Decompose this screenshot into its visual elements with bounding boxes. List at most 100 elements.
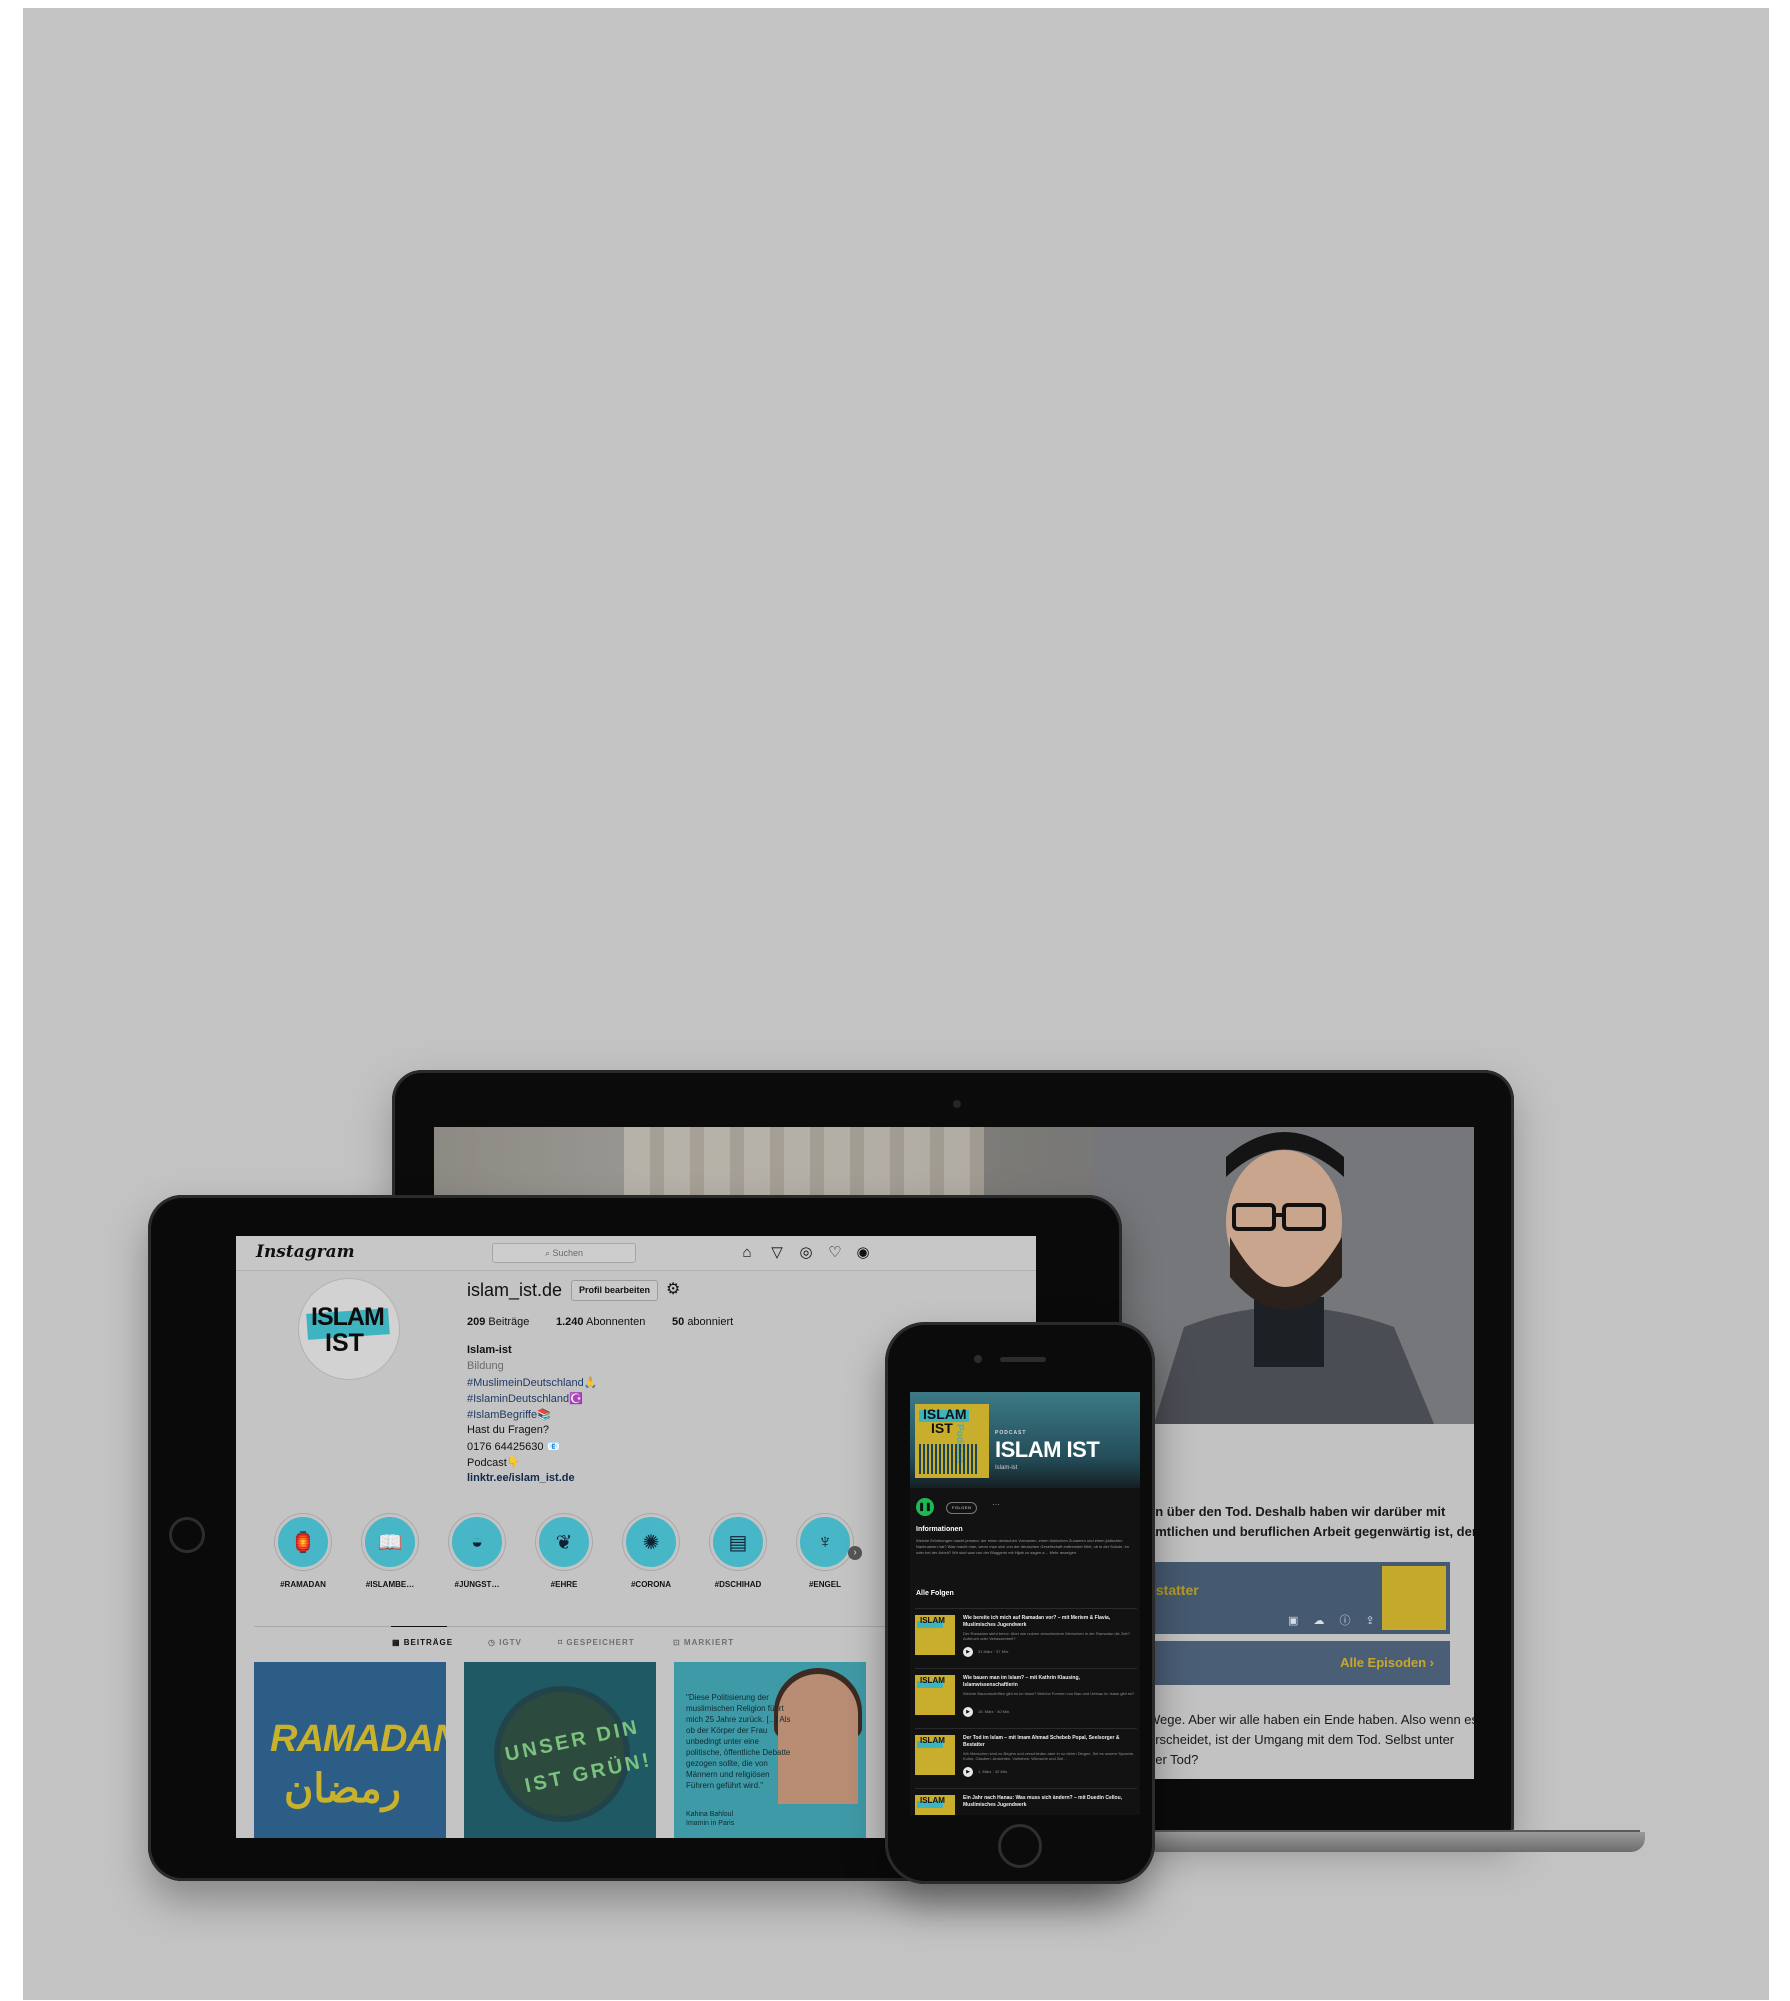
explore-icon[interactable]: ◎	[797, 1244, 815, 1262]
avatar-logo-text: ISLAM	[311, 1303, 385, 1331]
episode-cover-image: ISLAM	[915, 1615, 955, 1655]
episode-title: Wie bereite ich mich auf Ramadan vor? – …	[963, 1615, 1111, 1628]
bio-hashtag[interactable]: #MuslimeinDeutschland🙏	[467, 1376, 597, 1389]
podcast-cover-image: ISLAM IST Podcast	[915, 1404, 989, 1478]
episode-title: Ein Jahr nach Hanau: Was muss sich änder…	[963, 1795, 1123, 1808]
search-input[interactable]: ⌕ Suchen	[492, 1243, 636, 1263]
highlight-juengster-tag[interactable]: ◒ #JÜNGST…	[446, 1514, 508, 1589]
podcast-cover-image	[1382, 1566, 1446, 1630]
article-text: en über den Tod. Deshalb haben wir darüb…	[1148, 1504, 1446, 1519]
post-quote-author: Kahina Bahloul Imamin in Paris	[686, 1811, 735, 1827]
article-text: amtlichen und beruflichen Arbeit gegenwä…	[1148, 1524, 1474, 1539]
chevron-right-icon[interactable]: ›	[848, 1546, 862, 1560]
episode-description: Der Ramadan steht bevor. Aber wie nutzen…	[963, 1631, 1130, 1641]
post-quote-text: "Diese Politisierung der muslimischen Re…	[686, 1693, 791, 1790]
highlight-ehre[interactable]: ❦ #EHRE	[533, 1514, 595, 1589]
podcast-title: ISLAM IST	[995, 1437, 1100, 1462]
tablet-home-button[interactable]	[169, 1517, 205, 1553]
podcast-embed-player[interactable]: Bestatter ▣ ☁ ⓘ ⇪ ≡	[1128, 1562, 1450, 1634]
episode-title: Wie bauen man im Islam? – mit Kathrin Kl…	[963, 1675, 1080, 1688]
info-heading: Informationen	[916, 1526, 963, 1533]
phone-camera	[974, 1355, 982, 1363]
bio-link[interactable]: linktr.ee/islam_ist.de	[467, 1472, 575, 1484]
bio-hashtag[interactable]: #IslaminDeutschland☪️	[467, 1392, 583, 1405]
article-text: erscheidet, ist der Umgang mit dem Tod. …	[1148, 1732, 1455, 1747]
episode-meta: 1. März · 42 Min.	[978, 1769, 1009, 1774]
cover-logo-text: IST	[931, 1420, 953, 1436]
settings-gear-icon[interactable]: ⚙	[666, 1279, 680, 1299]
all-episodes-heading: Alle Folgen	[916, 1590, 954, 1597]
follow-button[interactable]: FOLGEN	[946, 1502, 978, 1514]
episode-meta: 15. März · 40 Min.	[978, 1709, 1011, 1714]
angel-icon: ♆	[797, 1514, 853, 1570]
post-arabic-text: رمضان	[284, 1767, 401, 1811]
play-icon[interactable]: ▶	[963, 1767, 973, 1777]
episodes-bar: Alle Episoden ›	[1128, 1641, 1450, 1685]
active-tab-indicator	[391, 1626, 447, 1627]
episode-description: Welche Bauvorschriften gibt es im Islam?…	[963, 1691, 1135, 1696]
tab-tagged[interactable]: ⊡ MARKIERT	[673, 1638, 734, 1647]
more-options-icon[interactable]: ···	[992, 1500, 1000, 1509]
highlight-label: #DSCHIHAD	[714, 1580, 762, 1589]
podcast-header: ISLAM IST Podcast PODCAST ISLAM IST Isla…	[910, 1392, 1140, 1488]
post-title-text: RAMADAN	[270, 1718, 446, 1760]
bio-text: Hast du Fragen?	[467, 1424, 549, 1436]
post-tile[interactable]: RAMADAN رمضان	[254, 1662, 446, 1838]
bio-category: Bildung	[467, 1360, 504, 1372]
podcast-author[interactable]: Islam-ist	[995, 1465, 1017, 1471]
bio-name: Islam-ist	[467, 1344, 512, 1356]
highlight-label: #CORONA	[630, 1580, 671, 1589]
profile-username: islam_ist.de	[467, 1280, 563, 1300]
post-tile[interactable]: UNSER DIN IST GRÜN!	[464, 1662, 656, 1838]
episode-row[interactable]: ISLAM Ein Jahr nach Hanau: Was muss sich…	[915, 1788, 1137, 1815]
lantern-icon: 🏮	[275, 1514, 331, 1570]
pause-button[interactable]: ❚❚	[916, 1498, 934, 1516]
spotify-podcast-screen: ISLAM IST Podcast PODCAST ISLAM IST Isla…	[910, 1392, 1140, 1815]
highlight-ramadan[interactable]: 🏮 #RAMADAN	[272, 1514, 334, 1589]
play-icon[interactable]: ▶	[963, 1707, 973, 1717]
waveform-graphic	[919, 1444, 979, 1474]
episode-cover-image: ISLAM	[915, 1735, 955, 1775]
edit-profile-button[interactable]: Profil bearbeiten	[571, 1280, 659, 1301]
all-episodes-link[interactable]: Alle Episoden ›	[1340, 1655, 1434, 1670]
info-description: Welche Erfahrungen macht jemand, der ein…	[916, 1538, 1129, 1555]
article-text: der Tod?	[1148, 1752, 1199, 1767]
episode-title: Der Tod im Islam – mit Imam Ahmad Schebe…	[963, 1735, 1120, 1748]
bio-text: Podcast👇	[467, 1457, 521, 1469]
post-tile[interactable]: "Diese Politisierung der muslimischen Re…	[674, 1662, 866, 1838]
tab-posts[interactable]: ▦ BEITRÄGE	[392, 1638, 453, 1647]
avatar-logo-text: IST	[325, 1329, 364, 1357]
laurel-icon: ❦	[536, 1514, 592, 1570]
followers-stat[interactable]: 1.240 Abonnenten	[556, 1316, 645, 1328]
highlight-engel[interactable]: ♆ #ENGEL	[794, 1514, 856, 1589]
posts-stat: 209 Beiträge	[467, 1316, 530, 1328]
phone-home-button[interactable]	[998, 1824, 1042, 1868]
highlight-dschihad[interactable]: ▤ #DSCHIHAD	[707, 1514, 769, 1589]
tab-igtv[interactable]: ◷ IGTV	[488, 1638, 522, 1647]
episode-row[interactable]: ISLAM Wie bereite ich mich auf Ramadan v…	[915, 1608, 1137, 1665]
highlight-label: #ISLAMBE…	[365, 1580, 415, 1589]
quran-icon: 📖	[362, 1514, 418, 1570]
send-icon[interactable]: ▽	[768, 1244, 786, 1262]
profile-icon[interactable]: ◉	[854, 1244, 872, 1262]
home-icon[interactable]: ⌂	[738, 1244, 756, 1262]
heart-icon[interactable]: ♡	[826, 1244, 844, 1262]
tab-saved[interactable]: ⌑ GESPEICHERT	[558, 1638, 635, 1647]
laptop-camera	[953, 1100, 961, 1108]
bio-hashtag[interactable]: #IslamBegriffe📚	[467, 1408, 551, 1421]
highlight-corona[interactable]: ✺ #CORONA	[620, 1514, 682, 1589]
highlight-label: #EHRE	[550, 1580, 578, 1589]
episode-row[interactable]: ISLAM Der Tod im Islam – mit Imam Ahmad …	[915, 1728, 1137, 1785]
sun-icon: ◒	[449, 1514, 505, 1570]
episode-row[interactable]: ISLAM Wie bauen man im Islam? – mit Kath…	[915, 1668, 1137, 1725]
following-stat[interactable]: 50 abonniert	[672, 1316, 733, 1328]
instagram-logo[interactable]: Instagram	[256, 1242, 355, 1262]
highlight-islambegriffe[interactable]: 📖 #ISLAMBE…	[359, 1514, 421, 1589]
avatar[interactable]: ISLAM IST	[298, 1278, 400, 1380]
highlight-label: #ENGEL	[808, 1580, 841, 1589]
play-icon[interactable]: ▶	[963, 1647, 973, 1657]
article-text: Wege. Aber wir alle haben ein Ende haben…	[1148, 1712, 1474, 1727]
highlight-label: #RAMADAN	[280, 1580, 326, 1589]
phone-speaker	[1000, 1357, 1046, 1362]
episode-meta: 31 März · 37 Min.	[978, 1649, 1010, 1654]
